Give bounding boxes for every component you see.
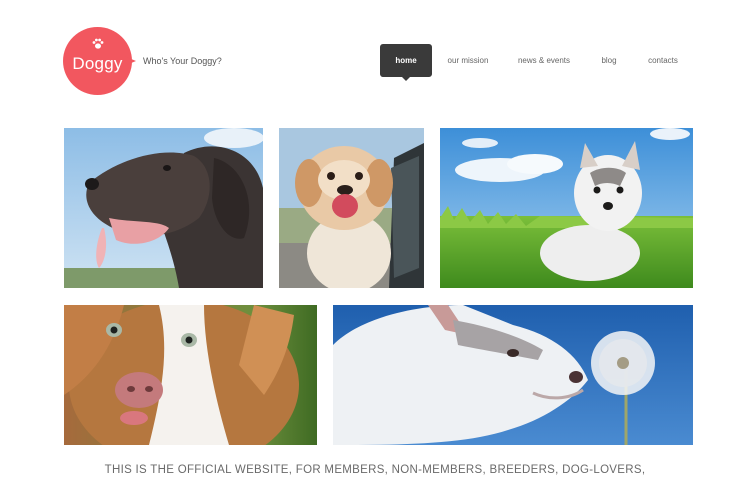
main-nav: home our mission news & events blog cont…: [0, 44, 750, 84]
photo-husky-puppy-grass[interactable]: [440, 128, 693, 288]
photo-aussie-puppy[interactable]: [64, 305, 317, 445]
photo-shih-tzu[interactable]: [279, 128, 424, 288]
nav-contacts[interactable]: contacts: [643, 44, 683, 77]
nav-our-mission[interactable]: our mission: [444, 44, 492, 77]
footer-tagline: THIS IS THE OFFICIAL WEBSITE, FOR MEMBER…: [104, 464, 646, 476]
nav-home[interactable]: home: [380, 44, 432, 81]
nav-news-events[interactable]: news & events: [514, 44, 574, 77]
photo-husky-dandelion[interactable]: [333, 305, 693, 445]
photo-pointer-dog[interactable]: [64, 128, 263, 288]
nav-blog[interactable]: blog: [596, 44, 622, 77]
